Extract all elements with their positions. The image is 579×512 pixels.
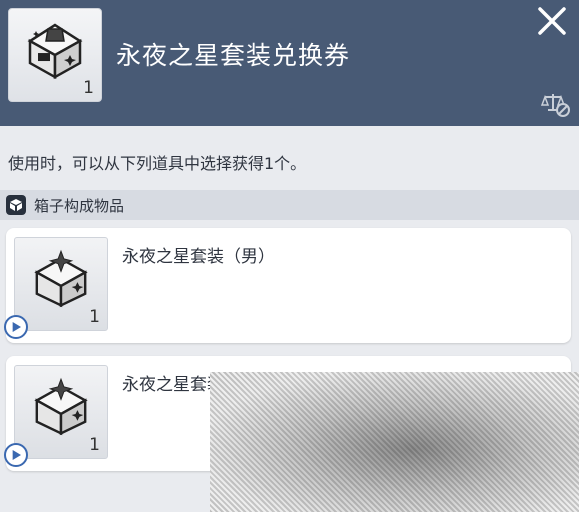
item-quantity: 1 [83, 78, 94, 98]
box-contents-section: 箱子构成物品 [0, 190, 579, 220]
voucher-box-icon [27, 23, 83, 80]
item-thumbnail: 1 [14, 365, 108, 459]
section-label: 箱子构成物品 [34, 197, 125, 215]
gift-box-icon [34, 249, 88, 308]
item-header: 1 永夜之星套装兑换券 [0, 0, 579, 126]
gift-box-icon [34, 377, 88, 436]
untradeable-scale-icon [541, 94, 570, 117]
close-icon[interactable] [535, 4, 569, 38]
blurred-overlay [210, 372, 579, 512]
play-icon[interactable] [4, 443, 28, 467]
box-icon [6, 195, 26, 215]
item-icon-frame: 1 [8, 8, 102, 102]
play-icon[interactable] [4, 315, 28, 339]
item-quantity: 1 [89, 435, 100, 455]
usage-description: 使用时，可以从下列道具中选择获得1个。 [8, 154, 307, 173]
item-name: 永夜之星套装（男） [122, 247, 275, 267]
item-quantity: 1 [89, 307, 100, 327]
item-thumbnail: 1 [14, 237, 108, 331]
item-title: 永夜之星套装兑换券 [116, 41, 351, 70]
list-item[interactable]: 1 永夜之星套装（男） [4, 228, 571, 343]
